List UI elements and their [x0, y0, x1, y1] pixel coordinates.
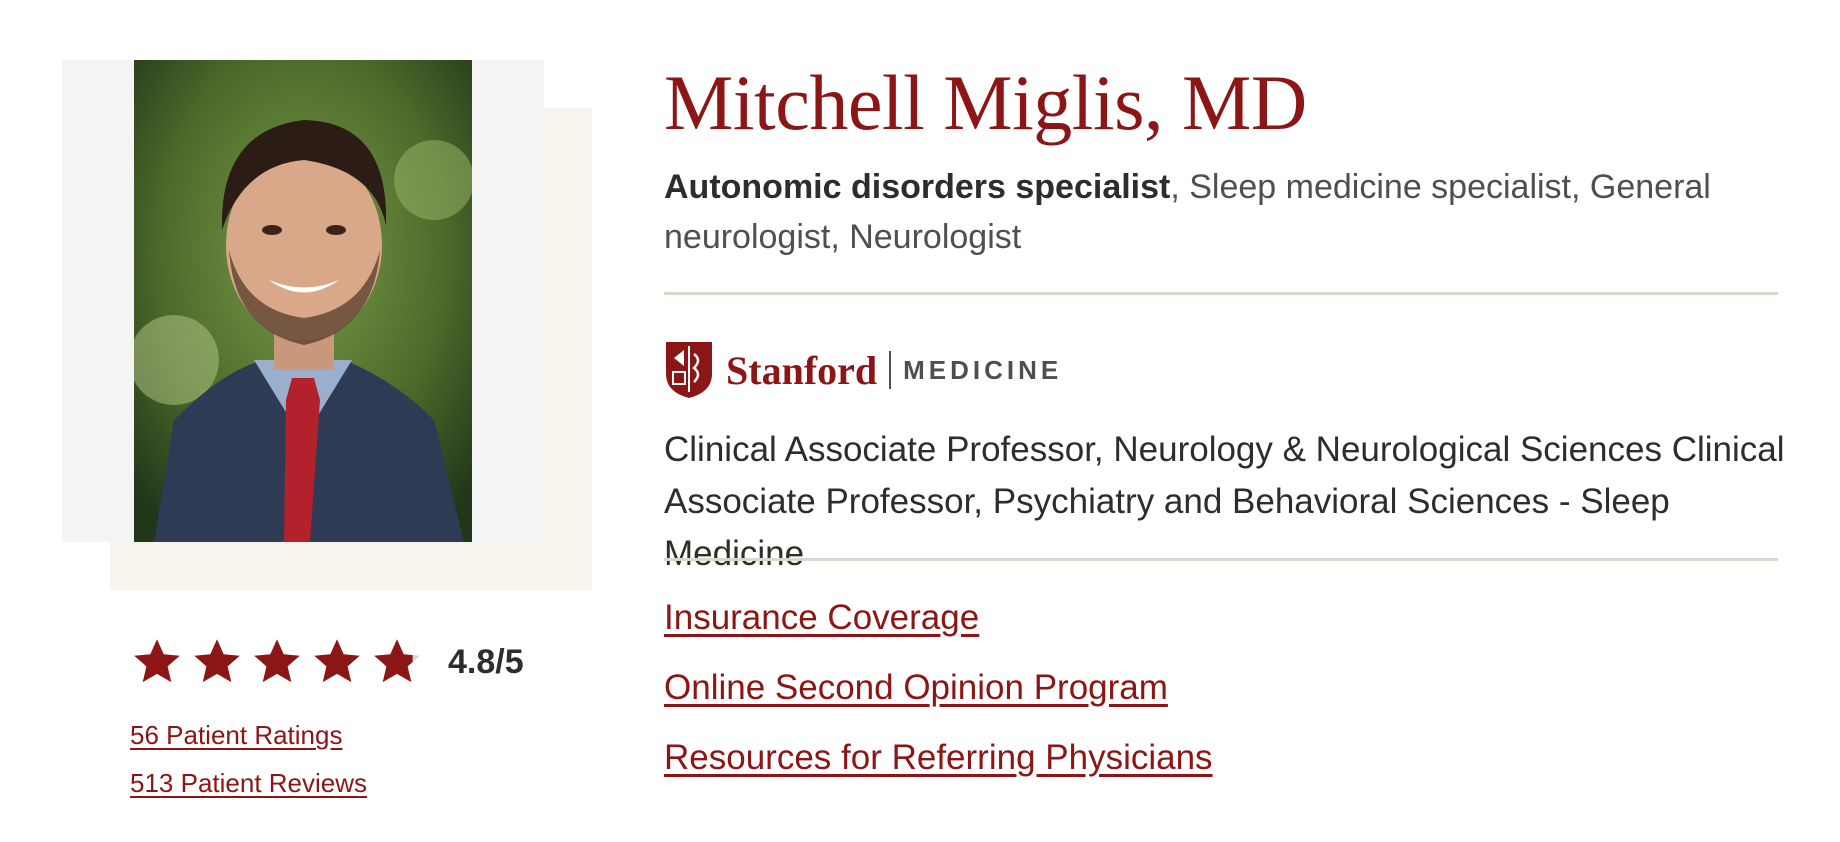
- patient-reviews-link[interactable]: 513 Patient Reviews: [130, 768, 367, 799]
- doctor-portrait: [134, 60, 472, 542]
- doctor-name: Mitchell Miglis, MD: [664, 59, 1307, 146]
- partial-star-icon: [374, 639, 420, 683]
- patient-ratings-link[interactable]: 56 Patient Ratings: [130, 720, 342, 751]
- logo-separator: [889, 351, 892, 389]
- stanford-shield-icon: [666, 342, 712, 398]
- star-icon: [314, 639, 360, 683]
- star-rating: 4.8/5: [130, 636, 524, 688]
- logo-subtitle: MEDICINE: [903, 354, 1063, 385]
- star-icon: [194, 639, 240, 683]
- academic-titles: Clinical Associate Professor, Neurology …: [664, 430, 1785, 573]
- star-icon: [254, 639, 300, 683]
- logo-wordmark: Stanford: [726, 347, 878, 393]
- divider: [664, 558, 1778, 561]
- divider: [664, 292, 1778, 295]
- insurance-coverage-link[interactable]: Insurance Coverage: [664, 598, 979, 638]
- star-icon: [134, 639, 180, 683]
- second-opinion-link[interactable]: Online Second Opinion Program: [664, 668, 1168, 708]
- stanford-medicine-logo: Stanford MEDICINE: [664, 340, 1062, 400]
- rating-score: 4.8/5: [448, 642, 524, 681]
- specialties: Autonomic disorders specialist, Sleep me…: [664, 162, 1784, 262]
- referring-physicians-link[interactable]: Resources for Referring Physicians: [664, 738, 1213, 778]
- primary-specialty: Autonomic disorders specialist: [664, 168, 1171, 206]
